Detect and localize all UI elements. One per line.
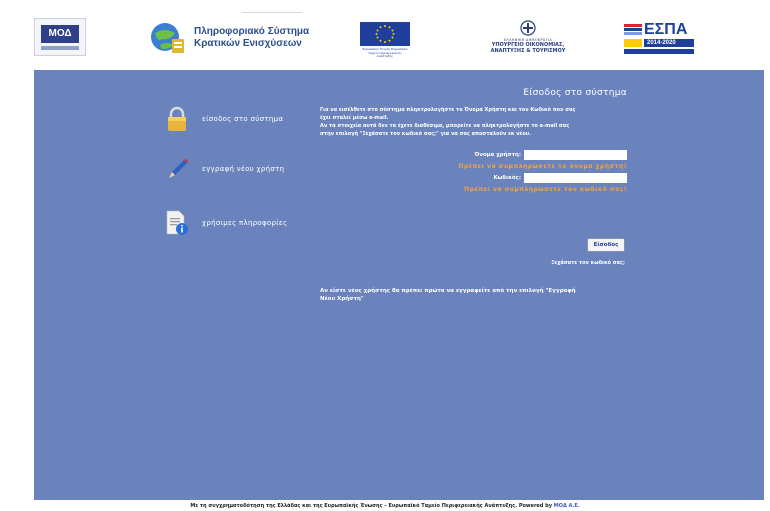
footer-text: Με τη συγχρηματοδότηση της Ελλάδας και τ… bbox=[190, 503, 552, 509]
menu-item-info[interactable]: χρήσιμες πληροφορίες bbox=[164, 210, 287, 236]
powered-by-link[interactable]: ΜΟΔ Α.Ε. bbox=[554, 503, 580, 509]
new-user-note: Αν είστε νέος χρήστης θα πρέπει πρώτα να… bbox=[320, 287, 620, 303]
espa-tagline bbox=[624, 49, 694, 54]
espa-logo: ΕΣΠΑ 2014-2020 bbox=[622, 21, 696, 57]
espa-word: ΕΣΠΑ bbox=[644, 21, 688, 38]
footer: Με τη συγχρηματοδότηση της Ελλάδας και τ… bbox=[0, 501, 770, 511]
header-divider bbox=[242, 12, 302, 13]
menu-label-login: είσοδος στο σύστημα bbox=[202, 115, 284, 123]
moa-logo: ΜΟΔ bbox=[34, 18, 86, 56]
username-label: Όνομα χρήστη: bbox=[474, 152, 521, 158]
new-user-note-line2: Νέου Χρήστη" bbox=[320, 296, 364, 302]
menu-label-register: εγγραφή νέου χρήστη bbox=[202, 165, 285, 173]
password-label: Κωδικός: bbox=[493, 175, 521, 181]
pen-icon bbox=[169, 158, 189, 178]
espa-eu-mini bbox=[624, 39, 642, 47]
forgot-password-link[interactable]: Ξεχάσατε τον κωδικό σας; bbox=[551, 260, 625, 266]
password-input[interactable] bbox=[524, 173, 627, 183]
menu-label-info: χρήσιμες πληροφορίες bbox=[202, 219, 288, 227]
info-document-icon bbox=[166, 210, 188, 235]
lock-icon bbox=[168, 106, 186, 131]
ministry-logo: ΕΛΛΗΝΙΚΗ ΔΗΜΟΚΡΑΤΙΑ ΥΠΟΥΡΓΕΙΟ ΟΙΚΟΝΟΜΙΑΣ… bbox=[474, 20, 582, 58]
eu-flag-icon bbox=[360, 22, 410, 46]
moa-logo-text: ΜΟΔ bbox=[41, 25, 79, 43]
instructions-line2: έχει σταλεί μέσω e-mail. bbox=[320, 115, 389, 121]
eu-logo: Ευρωπαϊκή Ένωση Ευρωπαϊκό Ταμείο Περιφερ… bbox=[360, 22, 410, 58]
menu-item-register[interactable]: εγγραφή νέου χρήστη bbox=[164, 156, 284, 182]
system-name-line2: Κρατικών Ενισχύσεων bbox=[194, 38, 302, 49]
instructions-line1: Για να εισέλθετε στο σύστημα πληκτρολογή… bbox=[320, 107, 576, 113]
instructions-line4: στην επιλογή "Ξεχάσατε τον κωδικό σας;" … bbox=[320, 131, 532, 137]
login-instructions: Για να εισέλθετε στο σύστημα πληκτρολογή… bbox=[320, 106, 627, 138]
password-row: Κωδικός: bbox=[320, 173, 627, 183]
hellenic-emblem-icon bbox=[520, 20, 536, 36]
menu-item-login[interactable]: είσοδος στο σύστημα bbox=[164, 106, 283, 132]
globe-icon bbox=[151, 23, 184, 53]
password-error: Πρέπει να συμπληρώσετε τον κωδικό σας! bbox=[464, 186, 627, 193]
espa-stripes bbox=[624, 24, 642, 36]
username-input[interactable] bbox=[524, 150, 627, 160]
eu-caption: Ευρωπαϊκή Ένωση Ευρωπαϊκό Ταμείο Περιφερ… bbox=[362, 47, 408, 58]
new-user-note-line1: Αν είστε νέος χρήστης θα πρέπει πρώτα να… bbox=[320, 288, 576, 294]
espa-years: 2014-2020 bbox=[644, 39, 694, 47]
main-panel: είσοδος στο σύστημα εγγραφή νέου χρήστη … bbox=[34, 70, 764, 500]
login-button[interactable]: Είσοδος bbox=[587, 238, 625, 252]
page-title: Είσοδος στο σύστημα bbox=[523, 88, 627, 98]
instructions-line3: Αν τα στοιχεία αυτά δεν τα έχετε διαθέσι… bbox=[320, 123, 570, 129]
username-row: Όνομα χρήστη: bbox=[320, 150, 627, 160]
ministry-line3: ΑΝΑΠΤΥΞΗΣ & ΤΟΥΡΙΣΜΟΥ bbox=[490, 48, 566, 54]
username-error: Πρέπει να συμπληρώσετε το όνομα χρήστη! bbox=[458, 163, 627, 170]
system-name-line1: Πληροφοριακό Σύστημα bbox=[194, 26, 310, 37]
moa-logo-strip bbox=[41, 46, 79, 50]
header-bar: ΜΟΔ Πληροφοριακό Σύστημα Κρατικών Ενισχύ… bbox=[0, 0, 770, 70]
system-name: Πληροφοριακό Σύστημα Κρατικών Ενισχύσεων bbox=[194, 26, 309, 50]
login-section: Είσοδος στο σύστημα Για να εισέλθετε στο… bbox=[320, 88, 627, 302]
